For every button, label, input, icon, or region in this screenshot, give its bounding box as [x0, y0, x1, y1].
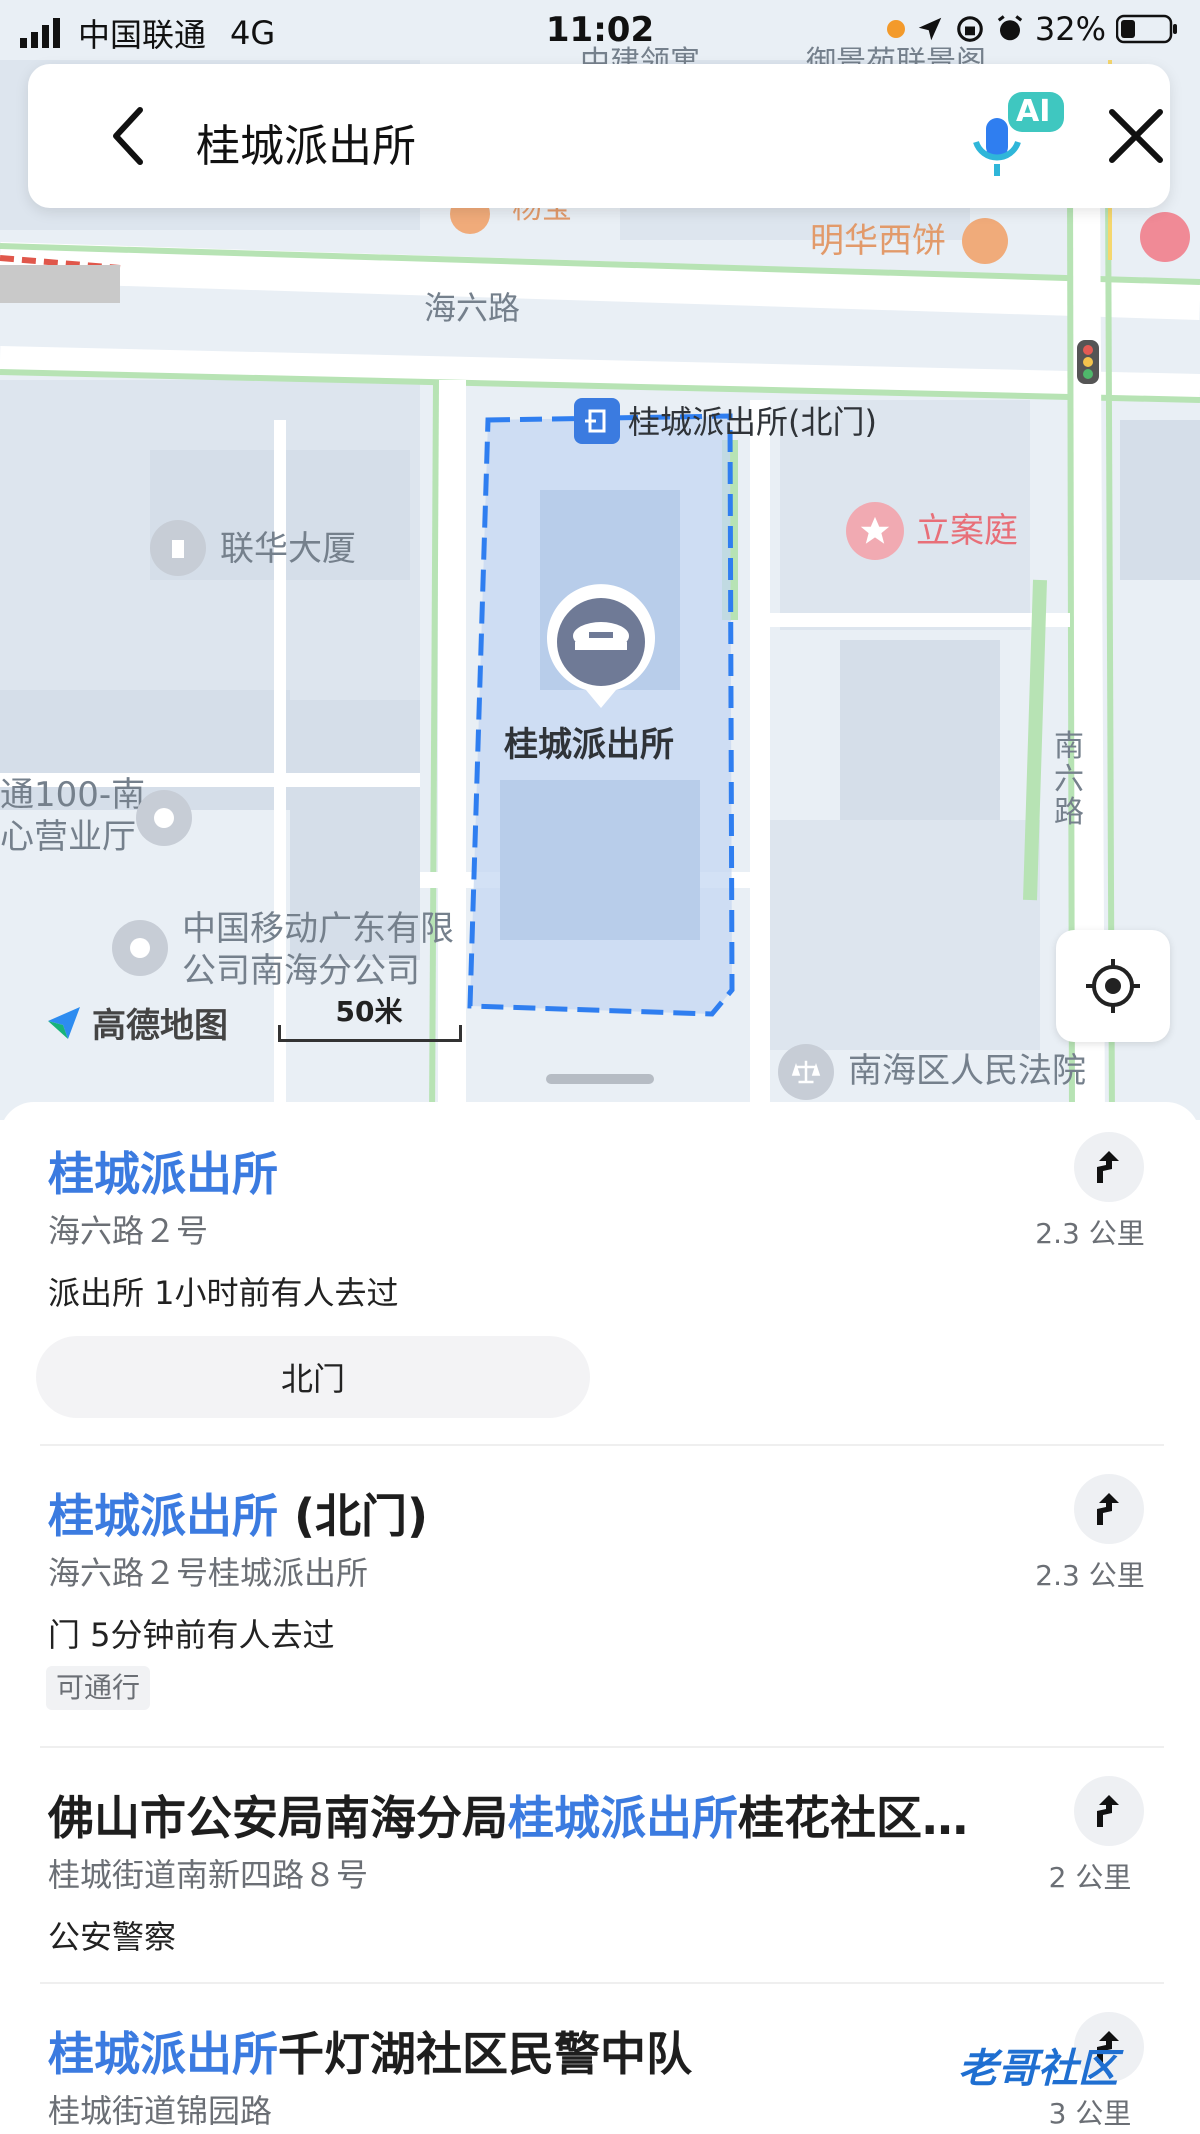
result-distance: 3 公里 — [1048, 2097, 1132, 2130]
watermark-logo: 老哥社区 — [958, 2046, 1118, 2092]
map-label-lianhua[interactable]: 联华大厦 — [220, 532, 356, 566]
route-button[interactable] — [1074, 1776, 1144, 1846]
search-query[interactable]: 桂城派出所 — [196, 110, 416, 174]
battery-percent: 32% — [1034, 10, 1106, 48]
ai-voice-button[interactable]: AI — [968, 92, 1068, 182]
company-icon[interactable] — [112, 920, 168, 976]
map-label-china-mobile-2: 公司南海分公司 — [182, 951, 420, 991]
search-bar: 桂城派出所 AI — [28, 64, 1170, 208]
map-label-station[interactable]: 桂城派出所 — [504, 728, 674, 762]
map-label-north-gate[interactable]: 桂城派出所(北门) — [628, 406, 877, 438]
back-button[interactable] — [100, 106, 160, 166]
result-title-rest: (北门) — [278, 1489, 429, 1543]
result-title: 佛山市公安局南海分局桂城派出所桂花社区… — [48, 1782, 968, 1848]
map-label-minghua[interactable]: 明华西饼 — [810, 224, 946, 258]
map-label-court[interactable]: 南海区人民法院 — [848, 1054, 1086, 1088]
turn-arrow-icon — [1097, 1151, 1119, 1183]
result-title-rest: 千灯湖社区民警中队 — [278, 2027, 692, 2081]
result-meta: 派出所 1小时前有人去过 — [48, 1274, 399, 1312]
amap-logo-icon — [48, 1006, 80, 1039]
route-button[interactable] — [1074, 1474, 1144, 1544]
amap-logo: 高德地图 — [44, 998, 228, 1047]
result-address: 桂城街道锦园路 — [48, 2092, 273, 2130]
ai-badge: AI — [1016, 94, 1051, 129]
map-label-nan-liu-road: 南六路 — [1054, 729, 1084, 830]
map-label-business-hall: 通100-南 — [0, 775, 146, 815]
sheet-drag-handle[interactable] — [546, 1074, 654, 1084]
building-icon[interactable] — [150, 520, 206, 576]
route-button[interactable] — [1074, 1132, 1144, 1202]
divider — [40, 1746, 1164, 1748]
result-title-highlight: 桂城派出所 — [48, 1489, 278, 1543]
close-icon — [1109, 109, 1163, 163]
divider — [40, 1982, 1164, 1984]
map-label-lian-ting[interactable]: 立案庭 — [916, 514, 1018, 548]
result-address: 桂城街道南新四路８号 — [48, 1856, 369, 1894]
door-icon[interactable] — [574, 398, 620, 444]
result-distance: 2 公里 — [1048, 1861, 1132, 1894]
result-title: 桂城派出所千灯湖社区民警中队 — [48, 2018, 692, 2084]
court-star-icon[interactable] — [846, 502, 904, 560]
map-label-hai-liu-road: 海六路 — [424, 289, 521, 327]
turn-arrow-icon — [1097, 1795, 1119, 1827]
north-gate-chip[interactable]: 北门 — [36, 1336, 590, 1418]
location-arrow-icon — [918, 17, 942, 41]
recording-dot-icon — [886, 20, 905, 38]
scales-icon[interactable] — [778, 1044, 834, 1100]
status-bar: 中国联通 4G 11:02 32% — [0, 0, 1200, 60]
alarm-icon — [997, 15, 1023, 41]
result-distance: 2.3 公里 — [1035, 1217, 1145, 1250]
result-title-highlight: 桂城派出所 — [48, 1147, 278, 1201]
result-title-highlight: 桂城派出所 — [48, 2027, 278, 2081]
battery-icon — [1116, 14, 1177, 44]
result-distance: 2.3 公里 — [1035, 1559, 1145, 1592]
shop-tag-icon[interactable] — [1140, 212, 1190, 262]
result-meta: 公安警察 — [48, 1918, 177, 1956]
result-title: 桂城派出所 — [48, 1138, 278, 1204]
result-address: 海六路２号桂城派出所 — [48, 1554, 369, 1592]
result-title: 桂城派出所 (北门) — [48, 1480, 428, 1546]
map-label-business-hall-2: 心营业厅 — [0, 817, 136, 857]
result-title-highlight: 桂城派出所 — [508, 1791, 738, 1845]
police-station-pin[interactable] — [542, 582, 660, 714]
bakery-icon[interactable] — [962, 218, 1008, 264]
result-meta: 门 5分钟前有人去过 — [48, 1616, 335, 1654]
map-label-china-mobile-1: 中国移动广东有限 — [182, 909, 454, 949]
result-title-prefix: 佛山市公安局南海分局 — [48, 1791, 508, 1845]
locate-me-button[interactable] — [1056, 930, 1170, 1042]
crosshair-icon — [1086, 959, 1140, 1013]
divider — [40, 1444, 1164, 1446]
chevron-left-icon — [113, 107, 143, 165]
scale-line — [278, 1025, 462, 1042]
clear-button[interactable] — [1104, 104, 1168, 168]
scale-bar: 50米 — [278, 990, 462, 1042]
rotation-lock-icon — [957, 16, 983, 42]
result-address: 海六路２号 — [48, 1212, 209, 1250]
turn-arrow-icon — [1097, 1493, 1119, 1525]
scale-text: 50米 — [335, 995, 403, 1028]
result-title-rest: 桂花社区… — [738, 1791, 968, 1845]
amap-logo-text: 高德地图 — [92, 1006, 228, 1046]
status-badge: 可通行 — [46, 1666, 151, 1710]
mobile-hall-icon[interactable] — [136, 790, 192, 846]
